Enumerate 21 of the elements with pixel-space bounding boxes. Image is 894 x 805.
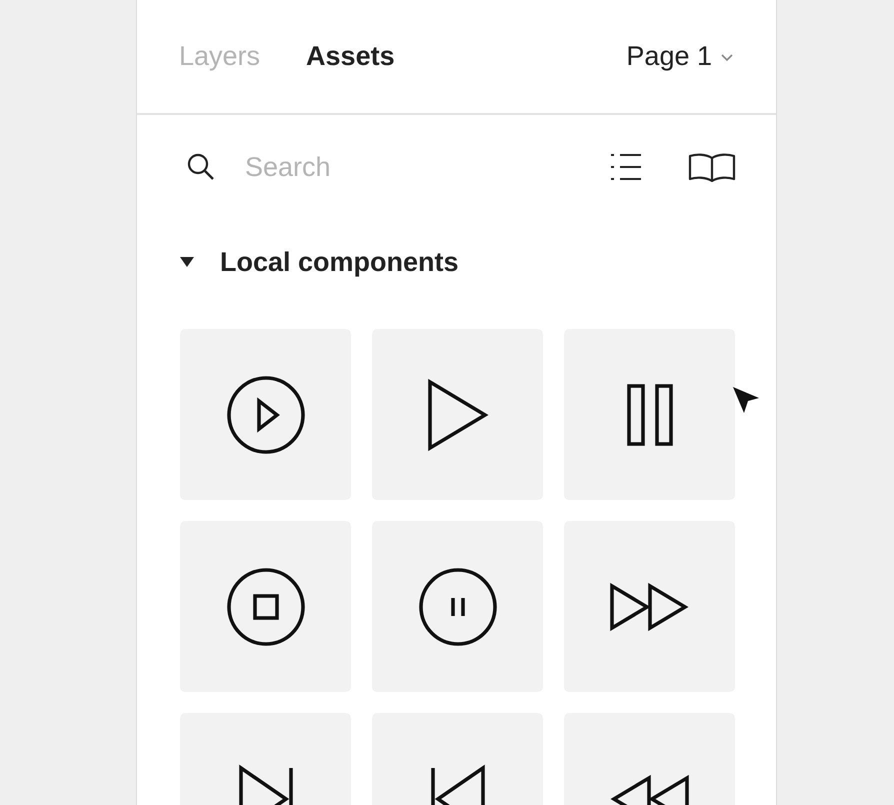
play-circle-icon — [226, 376, 304, 454]
caret-icon[interactable] — [180, 257, 194, 267]
book-icon[interactable] — [688, 152, 736, 182]
component-tile[interactable] — [180, 329, 351, 500]
search-field[interactable]: Search — [243, 150, 610, 184]
component-tile[interactable] — [372, 329, 543, 500]
component-tile[interactable] — [564, 521, 735, 692]
chevron-down-icon — [720, 52, 734, 62]
play-icon — [426, 378, 488, 452]
section-title: Local components — [220, 246, 459, 278]
pause-circle-icon — [418, 568, 496, 646]
pause-icon — [626, 384, 672, 446]
component-tile[interactable] — [180, 521, 351, 692]
page-dropdown[interactable]: Page 1 — [626, 41, 734, 72]
component-tile[interactable] — [564, 329, 735, 500]
stop-circle-icon — [226, 568, 304, 646]
panel-tab[interactable]: Assets — [306, 41, 395, 72]
list-view-icon[interactable] — [610, 152, 642, 182]
fast-forward-icon — [610, 582, 689, 632]
component-tile[interactable] — [372, 521, 543, 692]
search-icon — [186, 152, 216, 182]
